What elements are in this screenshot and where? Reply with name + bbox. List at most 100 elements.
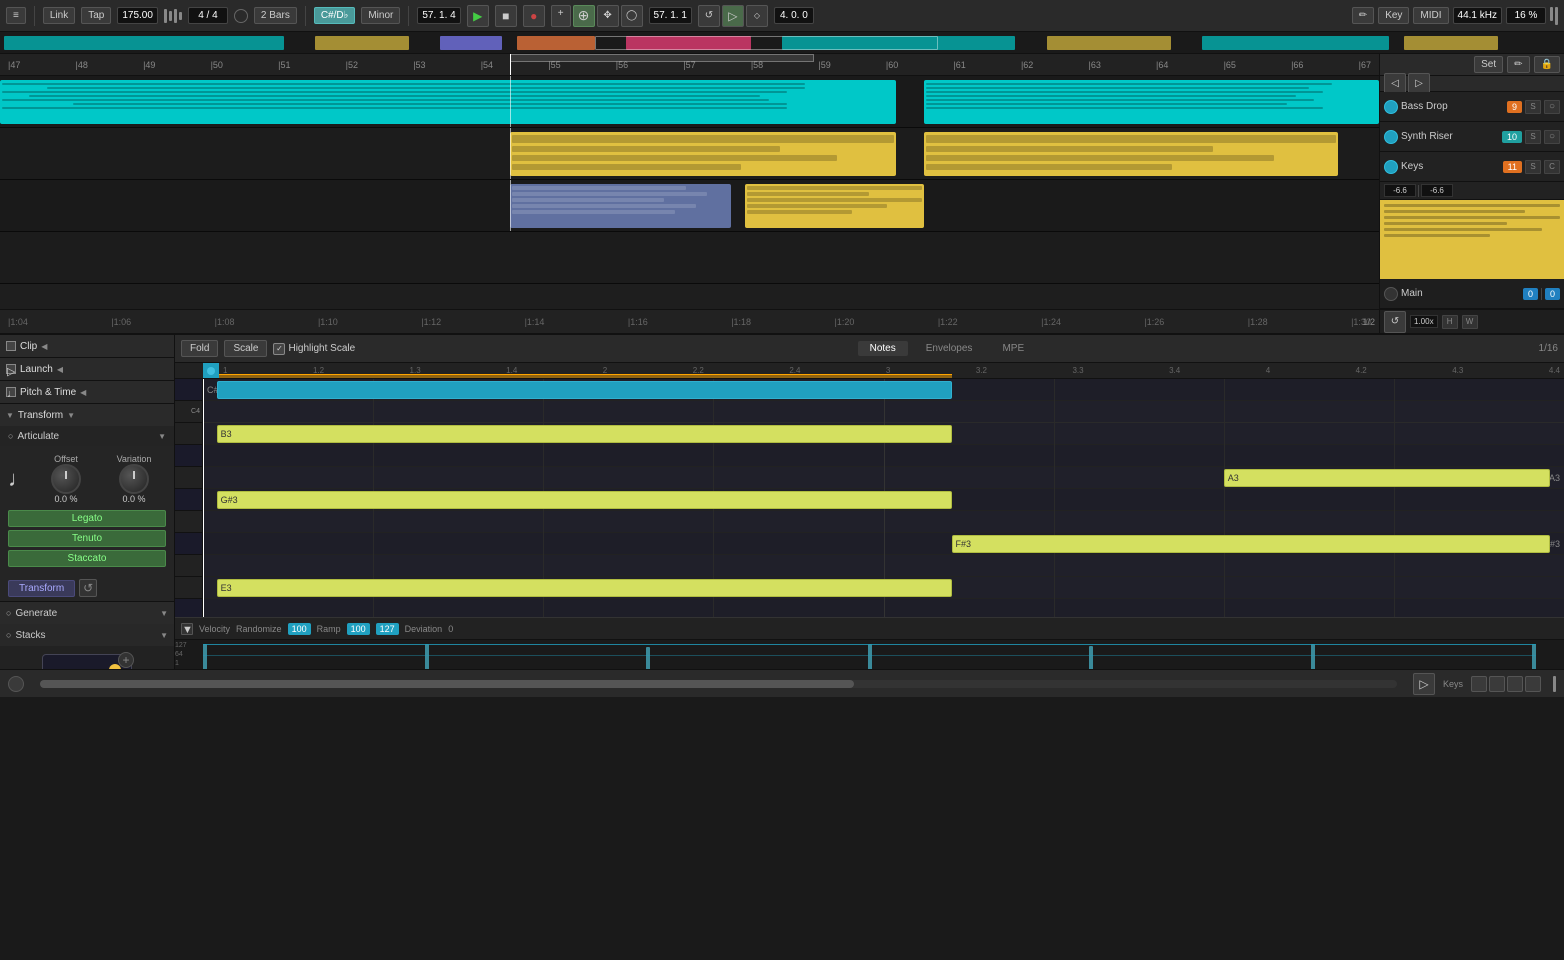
legato-button[interactable]: Legato [8,510,166,527]
set-button[interactable]: Set [1474,56,1503,73]
note-e3[interactable]: E3 [217,579,952,597]
note-b3[interactable]: B3 [217,425,952,443]
piano-key-e3[interactable] [175,577,202,599]
keys-s[interactable]: S [1525,160,1541,174]
pos2-display[interactable]: 57. 1. 1 [649,7,692,24]
velocity-val2[interactable]: 100 [347,623,370,635]
position-display[interactable]: 57. 1. 4 [417,7,460,24]
record-button[interactable]: ● [523,5,545,27]
bass-drop-mute[interactable]: ○ [1544,100,1560,114]
loop-button[interactable]: ⊕ [573,5,595,27]
time-sig-display[interactable]: 4 / 4 [188,7,228,24]
clip-3b[interactable] [745,184,924,228]
punch-button[interactable]: ◇ [746,5,768,27]
piano-key-as3[interactable] [175,445,202,467]
tap-button[interactable]: Tap [81,7,111,24]
synth-riser-s[interactable]: S [1525,130,1541,144]
speed-icon[interactable]: ↺ [1384,311,1406,333]
bass-drop-s[interactable]: S [1525,100,1541,114]
zoom-level[interactable]: 16 % [1506,7,1546,24]
playhead-marker[interactable] [203,363,219,378]
notes-tab[interactable]: Notes [858,341,908,356]
main-circle[interactable] [1384,287,1398,301]
keys-circle[interactable] [1384,160,1398,174]
piano-key-a3[interactable] [175,467,202,489]
transform-refresh[interactable]: ↺ [79,579,97,597]
menu-button[interactable]: ≡ [6,7,26,24]
clip-1a[interactable] [0,80,896,124]
piano-key-cs4[interactable] [175,379,202,401]
bpm-display[interactable]: 175.00 [117,7,158,24]
envelopes-tab[interactable]: Envelopes [914,341,985,356]
status-next[interactable]: ▷ [1413,673,1435,695]
mode-button[interactable]: Minor [361,7,400,24]
velocity-val3[interactable]: 127 [376,623,399,635]
clip-1b[interactable] [924,80,1379,124]
note-a3[interactable]: A3 [1224,469,1551,487]
draw-button[interactable]: ✥ [597,5,619,27]
status-btn1[interactable] [1471,676,1487,692]
status-circle[interactable] [8,676,24,692]
midi-label[interactable]: MIDI [1413,7,1448,24]
pencil-tool[interactable]: ✏ [1352,7,1374,24]
variation-knob[interactable] [119,464,149,494]
stacks-header[interactable]: ○ Stacks ▼ [0,624,174,646]
back-button[interactable]: ◯ [621,5,643,27]
articulate-header[interactable]: ○ Articulate ▼ [0,426,174,446]
add-chord-button[interactable]: + [118,652,134,668]
note-grid[interactable]: A3 F#3 C#4 C#3 B3 A3 G#3 F#3 E3 [203,379,1564,617]
offset-knob[interactable] [51,464,81,494]
status-btn3[interactable] [1507,676,1523,692]
link-button[interactable]: Link [43,7,75,24]
piano-key-c4[interactable]: C4 [175,401,202,423]
clip-2a[interactable] [510,132,896,176]
piano-key-g3[interactable] [175,511,202,533]
transform-header[interactable]: ▼ Transform ▼ [0,404,174,426]
edit-icon[interactable]: ✏ [1507,56,1529,73]
loop-icon[interactable]: ↺ [698,5,720,27]
note-gs3[interactable]: G#3 [217,491,952,509]
piano-key-b3[interactable] [175,423,202,445]
status-btn4[interactable] [1525,676,1541,692]
follow-button[interactable]: ▷ [722,5,744,27]
speed-display[interactable]: 1.00x [1410,315,1438,328]
clip-header[interactable]: Clip ◀ [0,335,174,357]
note-cs4[interactable] [217,381,952,399]
piano-key-gs3[interactable] [175,489,202,511]
play-button[interactable]: ▶ [467,5,489,27]
velocity-val1[interactable]: 100 [288,623,311,635]
tenuto-button[interactable]: Tenuto [8,530,166,547]
clip-2b[interactable] [924,132,1338,176]
h-btn[interactable]: H [1442,315,1458,329]
metronome-button[interactable] [234,9,248,23]
vel-expand[interactable]: ▼ [181,623,193,635]
key-button[interactable]: C#/D♭ [314,7,356,24]
keys-vol-left[interactable]: -6.6 [1384,184,1416,197]
note-fs3[interactable]: F#3 [952,535,1551,553]
grid-display[interactable]: 4. 0. 0 [774,7,814,24]
staccato-button[interactable]: Staccato [8,550,166,567]
piano-key-fs3[interactable] [175,533,202,555]
clip-3a[interactable] [510,184,731,228]
fold-button[interactable]: Fold [181,340,218,357]
piano-key-f3[interactable] [175,555,202,577]
bars-button[interactable]: 2 Bars [254,7,297,24]
lock-icon[interactable]: 🔒 [1534,56,1560,73]
scale-button[interactable]: Scale [224,340,267,357]
synth-riser-mute[interactable]: ○ [1544,130,1560,144]
status-handle[interactable] [1553,676,1556,692]
add-button[interactable]: + [551,5,571,27]
generate-header[interactable]: ○ Generate ▼ [0,602,174,624]
launch-header[interactable]: ▷ Launch ◀ [0,358,174,380]
highlight-checkbox[interactable]: ✓ [273,343,285,355]
keys-vol-right[interactable]: -6.6 [1421,184,1453,197]
w-btn[interactable]: W [1462,315,1478,329]
synth-riser-circle[interactable] [1384,130,1398,144]
status-scrollbar[interactable] [40,680,1397,688]
transform-button[interactable]: Transform [8,580,75,597]
pitch-time-header[interactable]: ♩ Pitch & Time ◀ [0,381,174,403]
stop-button[interactable]: ■ [495,5,517,27]
status-btn2[interactable] [1489,676,1505,692]
keys-c[interactable]: C [1544,160,1560,174]
piano-key-ds3[interactable] [175,599,202,617]
